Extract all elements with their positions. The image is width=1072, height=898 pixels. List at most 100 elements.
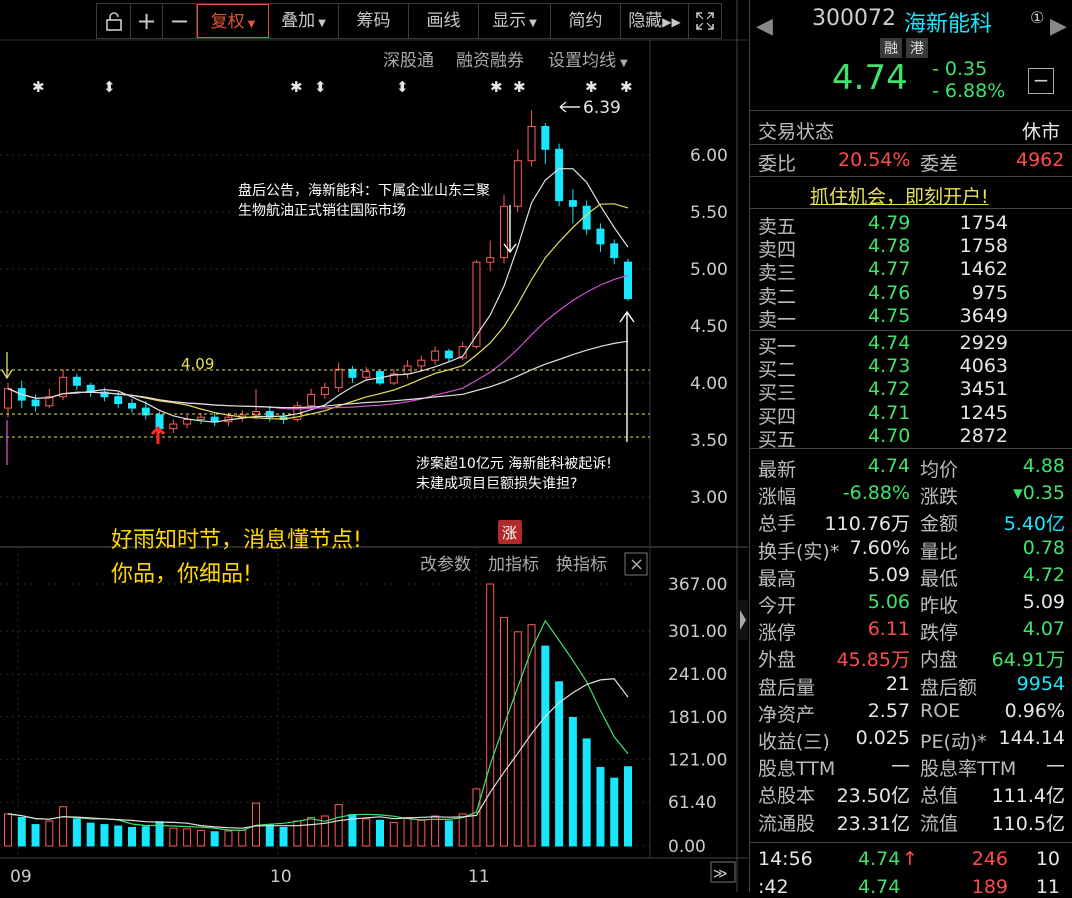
volume-bar [183,828,192,847]
candle-body [527,126,536,162]
trade-state-value: 休市 [1022,121,1061,143]
volume-bar [624,766,632,847]
stat-value: -6.88% [842,482,910,505]
volume-tick: 301.00 [668,622,727,642]
volume-bar [610,777,619,847]
stat-value: 110.76万 [824,513,910,536]
gaicanshu-link[interactable]: 改参数 [420,555,471,575]
candle-body [582,205,591,230]
volume-bar [17,816,26,847]
stat-value: 0.025 [855,727,910,749]
tick-count: 11 [1035,876,1060,898]
stat-label: 量比 [920,540,959,563]
badge-gang: 港 [906,38,928,58]
stat-label: ROE [920,699,961,722]
stat-label: 最高 [758,567,797,590]
candle-body [196,416,205,420]
collapse-button[interactable]: − [1028,68,1054,94]
price-tick: 6.00 [690,146,728,166]
volume-tick: 61.40 [668,793,717,813]
stat-label: 涨跌 [920,486,959,509]
kline-chart[interactable]: ✱ ⬍ ✱ ⬍ ⬍ ✱ ✱ ✱ ✱ 4.09 6.39 盘后公告，海新能科：下属企业山东三聚 生… [0,0,748,892]
jiazhibiao-link[interactable]: 加指标 [488,555,539,575]
stat-value: 9954 [1016,672,1065,695]
volume-bar [279,826,288,847]
volume-bar [472,788,481,847]
stat-label: 今开 [758,595,797,617]
date-tick: 09 [10,867,32,887]
event-star-icon[interactable]: ✱ [513,78,526,96]
level-price: 4.79 [868,212,911,234]
volume-bar [59,806,68,847]
event-star-icon[interactable]: ✱ [290,78,303,96]
event-star-icon[interactable]: ✱ [620,78,633,96]
candle-body [169,423,178,430]
candle-body [114,396,123,405]
weicha-value: 4962 [1016,149,1065,171]
huanzhibiao-link[interactable]: 换指标 [556,555,607,575]
event-star-icon[interactable]: ✱ [32,78,45,96]
volume-bar [100,824,109,847]
event-star-icon[interactable]: ⬍ [396,78,409,96]
stat-value: 144.14 [998,727,1065,749]
candle-body [4,388,12,409]
slogan-line1: 好雨知时节，消息懂节点! [111,528,362,553]
candle-body [486,257,495,263]
candle-body [72,376,81,386]
candles-group [4,110,632,434]
price-tick: 5.50 [690,203,728,223]
volume-bar [403,816,412,847]
promo-link[interactable]: 抓住机会，即刻开户! [810,182,989,209]
event-star-icon[interactable]: ✱ [585,78,598,96]
tick-time: :42 [758,876,789,898]
candle-body [320,387,329,395]
date-axis: 09 10 11 [10,867,490,887]
volume-grid [0,547,650,858]
stat-label: 涨停 [758,622,797,645]
stat-value: 5.06 [867,591,910,613]
candle-body [348,368,357,378]
level-price: 4.75 [868,304,911,327]
next-stock-arrow-icon[interactable]: ▶ [1050,14,1067,39]
prev-stock-arrow-icon[interactable]: ◀ [756,14,773,39]
volume-bar [541,645,550,847]
level-price: 4.78 [868,235,911,258]
stat-value: 4.07 [1022,618,1065,641]
volume-bar [141,826,150,847]
event-star-icon[interactable]: ✱ [490,78,503,96]
candle-body [444,350,453,359]
tick-price: 4.74 [858,876,901,898]
volume-bar [582,738,591,847]
candle-body [500,205,508,259]
level-label: 卖一 [758,308,797,331]
candle-body [513,160,522,207]
candle-body [210,416,219,423]
close-icon: × [629,554,644,575]
candle-body [431,350,440,361]
tick-volume: 246 [971,848,1008,870]
ma20-line [7,274,629,410]
tick-up-arrow-icon: ↑ [902,848,918,870]
price-tick: 3.50 [690,431,728,451]
ma60-line [7,340,629,409]
stat-label: 涨幅 [758,486,797,509]
volume-bar [334,804,343,847]
stat-value: 23.31亿 [836,812,910,835]
stock-code: 300072 [812,6,896,31]
annotation2-line1: 涉案超10亿元 海新能科被起诉! [416,455,612,472]
high-arrow-icon [559,101,580,113]
annotation1-line2: 生物航油正式销往国际市场 [238,202,406,219]
volume-bar [444,820,453,847]
stat-label: 总股本 [758,785,816,808]
event-star-icon[interactable]: ⬍ [314,78,327,96]
volume-tick: 0.00 [668,837,706,857]
stat-label: 内盘 [920,649,959,672]
stat-value: 7.60% [849,536,910,559]
candle-body [624,261,632,300]
stat-value: 5.40亿 [1003,513,1065,536]
volume-bar [293,820,302,847]
tick-volume: 189 [971,876,1008,898]
stat-label: 总手 [758,513,797,536]
event-star-icon[interactable]: ⬍ [103,78,116,96]
stat-value: 6.11 [867,618,910,641]
